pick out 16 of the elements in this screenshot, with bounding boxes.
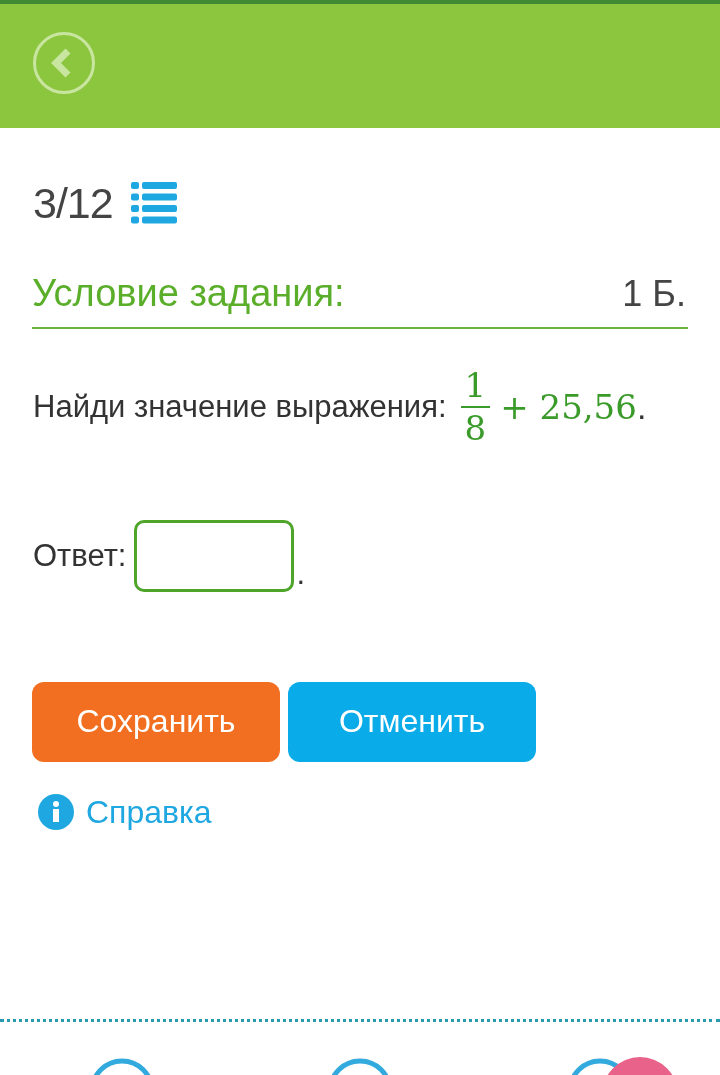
points-label: 1 Б.: [622, 273, 686, 315]
task-counter: 3/12: [33, 178, 113, 228]
answer-label: Ответ:: [33, 537, 127, 574]
back-icon[interactable]: [32, 31, 96, 95]
answer-field[interactable]: [134, 519, 295, 592]
info-icon: [38, 794, 74, 831]
period-mark: .: [296, 555, 306, 592]
save-button[interactable]: Сохранить: [32, 681, 280, 762]
period-mark: .: [636, 387, 647, 427]
question-text: Найди значение выражения:: [33, 389, 447, 426]
math-expression: + 25,56: [500, 387, 637, 428]
help-link[interactable]: Справка: [86, 793, 212, 831]
list-icon[interactable]: [130, 182, 177, 224]
fraction: 1 8: [460, 367, 491, 448]
task-heading: Условие задания:: [32, 272, 345, 315]
cancel-button[interactable]: Отменить: [288, 681, 536, 762]
